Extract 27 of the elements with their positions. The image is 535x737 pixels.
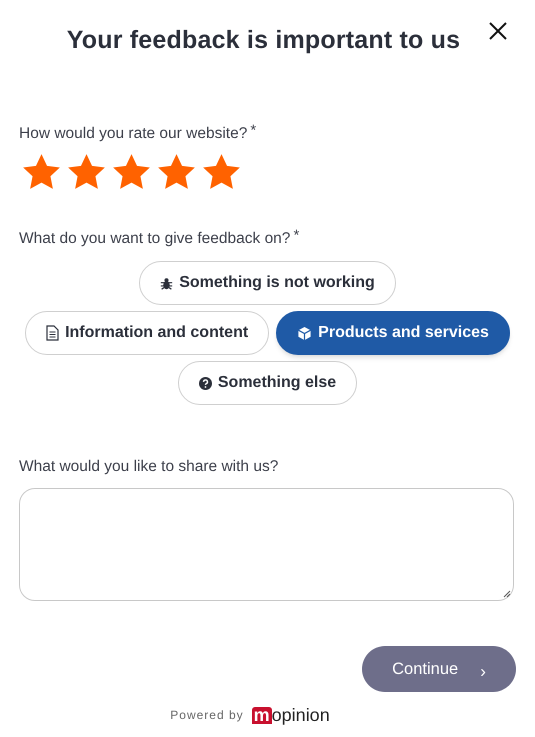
option-chip[interactable]: Products and services [276, 311, 510, 355]
document-icon [46, 325, 60, 341]
continue-button[interactable]: Continue › [362, 646, 516, 692]
rating-star[interactable] [202, 152, 241, 191]
option-chip[interactable]: Something is not working [139, 261, 396, 305]
rating-star[interactable] [22, 152, 61, 191]
option-chip[interactable]: Information and content [25, 311, 270, 355]
rating-star[interactable] [157, 152, 196, 191]
required-mark: * [293, 226, 300, 245]
question-label: What would you like to share with us? [19, 457, 278, 477]
rating-star[interactable] [67, 152, 106, 191]
form-title: Your feedback is important to us [66, 25, 462, 56]
close-icon [487, 20, 509, 42]
bug-icon [160, 276, 174, 290]
comment-field[interactable] [19, 488, 514, 602]
close-button[interactable] [487, 20, 509, 42]
option-chip[interactable]: Something else [178, 361, 358, 405]
required-mark: * [250, 122, 256, 140]
rating-star[interactable] [112, 152, 151, 191]
box-icon [297, 326, 312, 340]
question-icon [198, 376, 212, 390]
question-label: How would you rate our website? [19, 124, 248, 144]
resize-handle-icon[interactable] [503, 590, 511, 598]
question-label: What do you want to give feedback on? [19, 228, 290, 249]
powered-by-text: Powered by [170, 707, 244, 724]
mopinion-logo: mopinion [252, 706, 330, 724]
chevron-icon: › [480, 658, 486, 684]
